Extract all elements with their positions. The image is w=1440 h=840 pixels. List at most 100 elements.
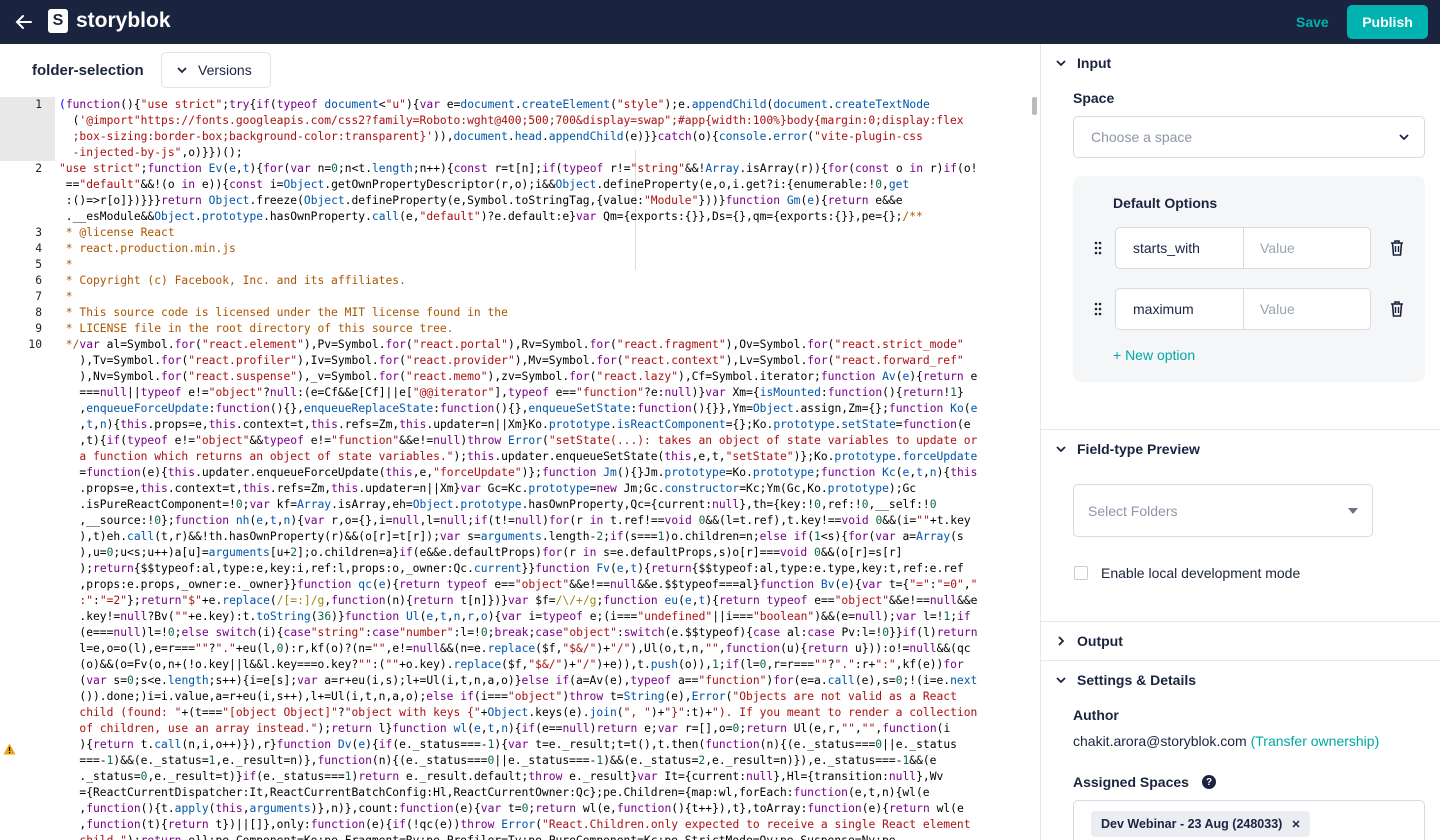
save-button[interactable]: Save xyxy=(1283,6,1342,38)
line-number: 7 xyxy=(35,290,42,303)
code-line: ._status=0,e._result=t)}if(e._status===1… xyxy=(59,770,944,783)
help-icon[interactable]: ? xyxy=(1202,775,1216,789)
assigned-spaces-field[interactable]: Dev Webinar - 23 Aug (248033) xyxy=(1073,800,1425,840)
default-options-box: Default Options starts_with Value maximu… xyxy=(1073,176,1425,382)
code-line: =="default"&&!(o in e)){const i=Object.g… xyxy=(59,178,910,191)
line-number: 5 xyxy=(35,258,42,271)
code-line: :":"=2"};return"$"+e.replace(/[=:]/g,fun… xyxy=(59,594,978,607)
code-line: * Copyright (c) Facebook, Inc. and its a… xyxy=(59,274,406,287)
option-divider xyxy=(1243,228,1244,268)
code-line: of children, use an array instead.");ret… xyxy=(59,722,951,735)
code-line: * This source code is licensed under the… xyxy=(59,306,508,319)
transfer-ownership-link[interactable]: (Transfer ownership) xyxy=(1251,733,1380,749)
code-line: ,function(t){return t})||[]},only:functi… xyxy=(59,818,971,831)
author-email: chakit.arora@storyblok.com xyxy=(1073,733,1247,749)
code-line: (o)&&(o=Fv(o,n+(!o.key||l&&l.key===o.key… xyxy=(59,658,964,671)
code-line: ,__source:!0};function nh(e,t,n){var r,o… xyxy=(59,514,971,527)
chevron-down-icon xyxy=(177,67,187,74)
option-value-input[interactable]: Value xyxy=(1260,301,1295,317)
publish-button[interactable]: Publish xyxy=(1347,5,1428,39)
code-line: ,props:e.props,_owner:e._owner}}function… xyxy=(59,578,978,591)
settings-section-header[interactable]: Settings & Details xyxy=(1055,672,1196,688)
code-line: .key!=null?Bv(""+e.key):t.toString(36)}f… xyxy=(59,610,971,623)
option-value-input[interactable]: Value xyxy=(1260,240,1295,256)
output-section-title: Output xyxy=(1077,633,1123,649)
code-line: a function which returns an object of st… xyxy=(59,450,978,463)
line-gutter: 1 2 3 4 5 6 7 8 9 10 xyxy=(0,97,55,840)
code-line: :()=>r[o]})}}}return Object.freeze(Objec… xyxy=(59,194,903,207)
code-line: */var al=Symbol.for("react.element"),Pv=… xyxy=(59,338,964,351)
author-value: chakit.arora@storyblok.com (Transfer own… xyxy=(1073,733,1379,749)
code-line: =function(e){this.updater.enqueueForceUp… xyxy=(59,466,978,479)
warning-icon[interactable] xyxy=(3,743,16,755)
line-number: 6 xyxy=(35,274,42,287)
line-number: 2 xyxy=(35,162,42,175)
option-row: starts_with Value xyxy=(1115,227,1371,269)
code-line: .props=e,this.context=t,this.refs=Zm,thi… xyxy=(59,482,917,495)
folders-select[interactable]: Select Folders xyxy=(1073,484,1373,537)
logo-text: storyblok xyxy=(76,9,171,32)
trash-icon[interactable] xyxy=(1390,301,1404,317)
space-chip-label: Dev Webinar - 23 Aug (248033) xyxy=(1101,817,1283,831)
chevron-down-icon xyxy=(1056,60,1066,67)
back-arrow-icon[interactable] xyxy=(12,10,36,34)
assigned-spaces-label: Assigned Spaces xyxy=(1073,774,1189,790)
line-number: 8 xyxy=(35,306,42,319)
preview-section-title: Field-type Preview xyxy=(1077,441,1200,457)
line-number: 4 xyxy=(35,242,42,255)
code-line: ,t){if(typeof e!="object"&&typeof e!="fu… xyxy=(59,434,978,447)
preview-section-header[interactable]: Field-type Preview xyxy=(1055,441,1200,457)
output-section-header[interactable]: Output xyxy=(1055,633,1123,649)
storyblok-logo[interactable]: Sstoryblok xyxy=(48,9,171,33)
space-select[interactable]: Choose a space xyxy=(1073,116,1425,158)
section-divider xyxy=(1041,660,1440,661)
close-icon[interactable] xyxy=(1292,820,1300,828)
input-section-header[interactable]: Input xyxy=(1055,55,1111,71)
chevron-right-icon xyxy=(1058,636,1065,646)
code-line: .__esModule&&Object.prototype.hasOwnProp… xyxy=(59,210,923,223)
code-editor-pane: folder-selection Versions 1 2 3 4 5 6 7 … xyxy=(0,44,1040,840)
code-line: ,enqueueForceUpdate:function(){},enqueue… xyxy=(59,402,978,415)
trash-icon[interactable] xyxy=(1390,240,1404,256)
field-settings-panel: Input Space Choose a space Default Optio… xyxy=(1040,44,1440,840)
option-key-input[interactable]: starts_with xyxy=(1133,240,1200,256)
section-divider xyxy=(1041,621,1440,622)
default-options-label: Default Options xyxy=(1113,195,1218,211)
line-number: 3 xyxy=(35,226,42,239)
option-divider xyxy=(1243,289,1244,329)
code-line: ),t)eh.call(t,r)&&!th.hasOwnProperty(r)&… xyxy=(59,530,964,543)
folders-placeholder: Select Folders xyxy=(1088,502,1178,519)
code-editor[interactable]: 1 2 3 4 5 6 7 8 9 10 (function(){"use st… xyxy=(0,97,1040,840)
code-line: -injected-by-js",o)}})(); xyxy=(72,146,243,159)
editor-scrollbar[interactable] xyxy=(1032,97,1037,115)
code-line: );return{$$typeof:al,type:e,key:i,ref:l,… xyxy=(59,562,964,575)
chevron-down-icon xyxy=(1056,677,1066,684)
code-line: ===-1)&&(e._status=1,e._result=n)},funct… xyxy=(59,754,937,767)
caret-down-icon xyxy=(1348,507,1358,514)
top-bar: Sstoryblok Save Publish xyxy=(0,0,1440,44)
code-line: (e===null)l=!0;else switch(i){case"strin… xyxy=(59,626,978,639)
line-number: 9 xyxy=(35,322,42,335)
code-line: (function(){"use strict";try{if(typeof d… xyxy=(59,98,930,111)
drag-handle-icon[interactable] xyxy=(1093,241,1103,255)
code-line: ('@import"https://fonts.googleapis.com/c… xyxy=(59,114,964,127)
code-line: child (found: "+(t==="[object Object]"?"… xyxy=(59,706,978,719)
active-line-highlight xyxy=(0,97,55,161)
drag-handle-icon[interactable] xyxy=(1093,302,1103,316)
option-key-input[interactable]: maximum xyxy=(1133,301,1194,317)
code-line: * react.production.min.js xyxy=(59,242,236,255)
input-section-title: Input xyxy=(1077,55,1112,71)
versions-button[interactable]: Versions xyxy=(161,52,271,88)
code-line: ){return t.call(n,i,o++)}),r}function Dv… xyxy=(59,738,957,751)
logo-mark-icon: S xyxy=(48,9,68,33)
space-label: Space xyxy=(1073,90,1115,106)
component-title: folder-selection xyxy=(32,62,144,79)
local-dev-checkbox[interactable] xyxy=(1074,566,1088,580)
code-line: ()).done;)i=i.value,a=r+eu(i,s++),l+=Ul(… xyxy=(59,690,957,703)
settings-section-title: Settings & Details xyxy=(1077,672,1197,688)
code-line: child.");return e}};pe.Component=Ko;pe.F… xyxy=(59,833,895,840)
section-divider xyxy=(1041,429,1440,430)
new-option-button[interactable]: + New option xyxy=(1113,347,1195,363)
code-line: (var s=0;s<e.length;s++){i=e[s];var a=r+… xyxy=(59,674,978,687)
chevron-down-icon xyxy=(1056,446,1066,453)
